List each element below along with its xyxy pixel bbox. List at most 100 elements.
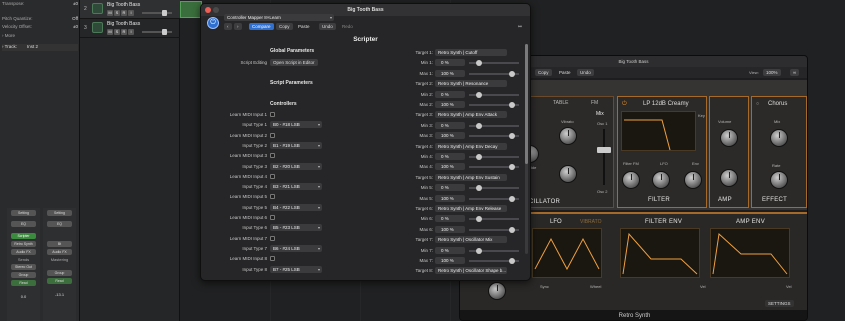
automation-read[interactable]: Read <box>47 278 72 284</box>
minimize-button[interactable] <box>213 7 219 13</box>
filter-fm-knob[interactable] <box>622 171 640 189</box>
effect-mix-knob[interactable] <box>770 129 788 147</box>
paste-button[interactable]: Paste <box>556 69 574 76</box>
learn-checkbox[interactable] <box>270 235 275 241</box>
group-slot[interactable]: Group <box>47 270 72 276</box>
learn-checkbox[interactable] <box>270 256 275 262</box>
mute-button[interactable]: M <box>107 29 113 35</box>
output-slot[interactable]: Stereo Out <box>11 264 36 270</box>
range-value-field[interactable]: 100 % <box>435 69 465 77</box>
table-tab[interactable]: TABLE <box>553 100 568 106</box>
chorus-selector[interactable]: Chorus <box>768 101 787 107</box>
preset-selector[interactable]: Controller Mapper 8×Learn <box>224 14 334 21</box>
range-value-field[interactable]: 0 % <box>435 153 465 160</box>
target-dropdown[interactable]: Retro Synth | Resonance <box>435 80 507 88</box>
automation-read[interactable]: Read <box>11 280 36 286</box>
input-type-dropdown[interactable]: B0 - #18 LSB <box>270 121 322 129</box>
solo-button[interactable]: S <box>114 29 120 35</box>
range-value-field[interactable]: 0 % <box>435 121 465 129</box>
learn-checkbox[interactable] <box>270 194 275 200</box>
input-type-dropdown[interactable]: B7 - #25 LSB <box>270 265 322 273</box>
learn-checkbox[interactable] <box>270 112 275 117</box>
track-header[interactable]: 2 Big Tooth Bass M S R I <box>80 0 180 19</box>
range-slider[interactable] <box>469 258 519 264</box>
input-type-dropdown[interactable]: B4 - #22 LSB <box>270 203 322 211</box>
range-slider-knob[interactable] <box>475 122 482 129</box>
input-type-dropdown[interactable]: B6 - #24 LSB <box>270 244 322 252</box>
range-slider[interactable] <box>469 154 519 160</box>
redo-button[interactable]: Redo <box>339 23 356 30</box>
range-slider[interactable] <box>469 185 519 192</box>
target-dropdown[interactable]: Retro Synth | Oscillator Mix <box>435 236 507 244</box>
fm-tab[interactable]: FM <box>591 100 598 106</box>
range-slider-knob[interactable] <box>508 102 515 108</box>
env-knob[interactable] <box>684 171 702 189</box>
view-zoom[interactable]: 100% <box>763 69 781 76</box>
range-value-field[interactable]: 0 % <box>435 59 465 67</box>
range-value-field[interactable]: 100 % <box>435 101 465 108</box>
effect-power-icon[interactable]: ○ <box>756 101 759 107</box>
volume-knob[interactable] <box>720 129 738 147</box>
lfo-rate-knob[interactable] <box>488 282 506 300</box>
range-slider[interactable] <box>469 133 519 140</box>
midi-region[interactable] <box>180 1 202 18</box>
range-slider-knob[interactable] <box>508 164 515 171</box>
input-type-dropdown[interactable]: B3 - #21 LSB <box>270 183 322 191</box>
record-button[interactable]: R <box>121 10 127 16</box>
paste-button[interactable]: Paste <box>295 23 313 30</box>
filter-type[interactable]: LP 12dB Creamy <box>643 101 689 107</box>
target-dropdown[interactable]: Retro Synth | Amp Env Decay <box>435 142 507 150</box>
range-slider-knob[interactable] <box>475 60 482 67</box>
range-slider[interactable] <box>469 122 519 129</box>
record-button[interactable]: R <box>121 29 127 35</box>
midi-fx-slot[interactable]: Scripter <box>11 233 36 239</box>
track-name[interactable]: Big Tooth Bass <box>107 21 140 27</box>
audio-fx-slot[interactable]: Audio FX <box>47 249 72 255</box>
range-value-field[interactable]: 0 % <box>435 215 465 223</box>
range-slider[interactable] <box>469 60 519 67</box>
input-monitor-button[interactable]: I <box>128 29 134 35</box>
insert-slot[interactable]: Bt <box>47 241 72 247</box>
compare-button[interactable]: Compare <box>249 23 274 30</box>
range-slider[interactable] <box>469 195 519 202</box>
undo-button[interactable]: Undo <box>319 23 336 30</box>
close-button[interactable] <box>205 7 211 13</box>
link-icon[interactable]: ∞ <box>790 69 800 76</box>
range-slider-knob[interactable] <box>475 91 482 98</box>
vel-knob[interactable] <box>720 169 738 187</box>
range-slider[interactable] <box>469 247 519 254</box>
learn-checkbox[interactable] <box>270 153 275 159</box>
input-type-dropdown[interactable]: B1 - #19 LSB <box>270 141 322 149</box>
range-value-field[interactable]: 0 % <box>435 246 465 254</box>
learn-checkbox[interactable] <box>270 173 275 179</box>
instrument-slot[interactable]: Retro Synth <box>11 241 36 247</box>
target-dropdown[interactable]: Retro Synth | Amp Env Release <box>435 205 507 212</box>
mix-slider-handle[interactable] <box>597 147 611 153</box>
volume-slider[interactable] <box>142 29 172 35</box>
input-monitor-button[interactable]: I <box>128 10 134 16</box>
power-icon[interactable]: ⏻ <box>622 101 627 108</box>
range-slider[interactable] <box>469 164 519 171</box>
eq-display[interactable]: EQ <box>11 221 36 227</box>
scrollbar[interactable] <box>525 44 528 254</box>
target-dropdown[interactable]: Retro Synth | Amp Env Attack <box>435 111 507 119</box>
detune-knob[interactable] <box>559 165 577 183</box>
range-value-field[interactable]: 100 % <box>435 225 465 233</box>
lfo-knob[interactable] <box>652 171 670 189</box>
range-slider-knob[interactable] <box>475 185 482 192</box>
link-icon[interactable]: ⚯ <box>515 23 525 30</box>
inspector-track-header[interactable]: › Track: Inst 2 <box>2 44 78 51</box>
mix-slider-track[interactable] <box>603 129 605 185</box>
lfo-display[interactable] <box>532 228 602 278</box>
range-slider[interactable] <box>469 91 519 98</box>
rate-knob[interactable] <box>770 171 788 189</box>
track-name[interactable]: Big Tooth Bass <box>107 2 140 8</box>
range-slider-knob[interactable] <box>508 195 515 202</box>
filter-env-display[interactable] <box>620 228 700 278</box>
target-dropdown[interactable]: Retro Synth | Cutoff <box>435 49 507 56</box>
range-value-field[interactable]: 100 % <box>435 257 465 264</box>
next-preset-button[interactable]: › <box>234 23 242 30</box>
range-value-field[interactable]: 0 % <box>435 90 465 98</box>
range-slider[interactable] <box>469 102 519 108</box>
power-button-icon[interactable]: ⏻ <box>207 17 219 29</box>
